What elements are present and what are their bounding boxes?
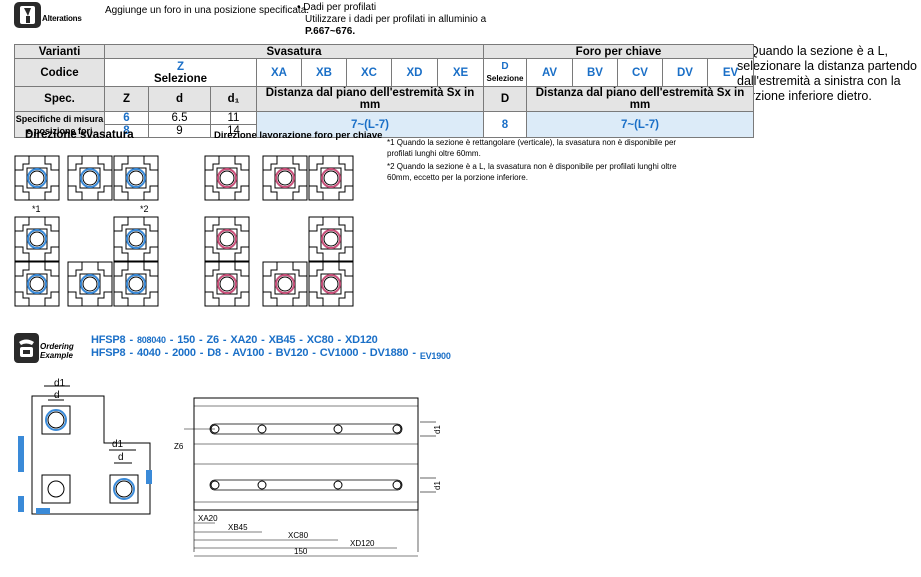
l-section-note: ?Quando la sezione è a L, selezionare la… [737, 44, 917, 103]
col-z: Z [104, 86, 149, 112]
ordering-label: Ordering Example [40, 342, 74, 360]
d1-dim: d1 [433, 481, 442, 490]
alterations-icon [14, 2, 41, 28]
d1-label: d1 [54, 378, 66, 389]
svasatura-header: Svasatura [104, 44, 484, 59]
d-selection: D Selezione [483, 58, 527, 87]
profile-4080-fk [204, 216, 250, 307]
alteration-spec-table: Varianti Svasatura Foro per chiave Codic… [14, 44, 754, 138]
nut-note: • Dadi per profilati Utilizzare i dadi p… [297, 2, 487, 37]
profile-l-sv [67, 216, 159, 307]
xb45-label: XB45 [228, 523, 248, 532]
dist-fk-header: Distanza dal piano dell'estremità Sx in … [526, 86, 754, 112]
dist-sv-header: Distanza dal piano dell'estremità Sx in … [256, 86, 484, 112]
profile-diagrams: *1 *2 [14, 155, 354, 307]
code-xa: XA [256, 58, 302, 87]
code-bv: BV [572, 58, 618, 87]
note-2: *2 Quando la sezione è a L, la svasatura… [387, 162, 677, 182]
mark-1: *1 [32, 204, 41, 214]
foro-header: Foro per chiave [483, 44, 754, 59]
dir-svasatura-title: Direzione svasatura [25, 129, 134, 141]
note-1: *1 Quando la sezione è rettangolare (ver… [387, 138, 677, 158]
col-d: d [148, 86, 211, 112]
dir-foro-title: Direzione lavorazione foro per chiave [214, 130, 383, 141]
code-xe: XE [437, 58, 484, 87]
codice-header: Codice [14, 58, 105, 87]
profile-notes: *1 Quando la sezione è rettangolare (ver… [387, 137, 687, 183]
varianti-header: Varianti [14, 44, 105, 59]
profile-4080-sv [14, 216, 60, 307]
profile-4040-sv [14, 155, 60, 201]
alterations-label: Alterations [42, 14, 82, 23]
profile-8040-fk [262, 155, 354, 201]
length-label: 150 [294, 547, 308, 556]
code-cv: CV [617, 58, 663, 87]
d-label: d [54, 390, 60, 401]
ordering-line-1: HFSP8-808040-150- Z6- XA20- XB45- XC80- XD120 [91, 334, 378, 346]
d-value: 9 [148, 124, 211, 138]
D-value: 8 [483, 111, 527, 138]
d-value: 6.5 [148, 111, 211, 125]
col-D: D [483, 86, 527, 112]
d-label: d [118, 452, 124, 463]
alteration-description: Aggiunge un foro in una posizione specif… [105, 5, 310, 16]
code-xd: XD [391, 58, 438, 87]
d1-dim: d1 [433, 425, 442, 434]
ordering-line-2: HFSP8-4040-2000- D8- AV100- BV120- CV1000- DV… [91, 347, 451, 361]
phone-icon [14, 333, 39, 363]
code-ev: EV [707, 58, 754, 87]
profile-8040-sv [67, 155, 159, 201]
code-xc: XC [346, 58, 392, 87]
profile-4040-fk [204, 155, 250, 201]
code-xb: XB [301, 58, 347, 87]
xd120-label: XD120 [350, 539, 375, 548]
length-drawing: Z6 d1 d1 XA20 XB45 XC80 XD120 150 [174, 397, 442, 557]
col-d1: d₁ [210, 86, 257, 112]
cross-section-drawing: d1 d d1 d [18, 378, 152, 515]
z6-label: Z6 [174, 442, 184, 451]
mark-2: *2 [140, 204, 149, 214]
z-selection: Z Selezione [104, 58, 257, 87]
d1-value: 11 [210, 111, 257, 125]
spec-header: Spec. [14, 86, 105, 112]
profile-l-fk [262, 216, 354, 307]
code-av: AV [526, 58, 573, 87]
d1-label: d1 [112, 439, 124, 450]
xa20-label: XA20 [198, 514, 218, 523]
range-fk: 7~(L-7) [526, 111, 754, 138]
z-value-6: 6 [104, 111, 149, 125]
xc80-label: XC80 [288, 531, 309, 540]
code-dv: DV [662, 58, 708, 87]
